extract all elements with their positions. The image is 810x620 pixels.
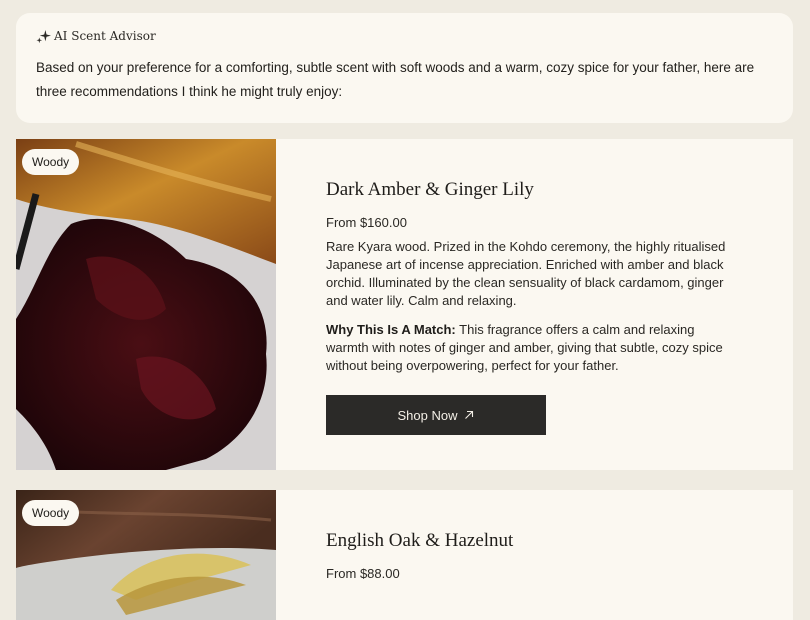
match-explanation: Why This Is A Match: This fragrance offe…	[326, 321, 726, 375]
category-tag: Woody	[22, 500, 80, 526]
product-image[interactable]: Woody	[16, 490, 276, 620]
advisor-header: AI Scent Advisor	[36, 28, 773, 44]
product-price: From $88.00	[326, 566, 400, 581]
product-name[interactable]: English Oak & Hazelnut	[326, 530, 513, 552]
shop-now-button[interactable]: Shop Now	[326, 395, 546, 435]
product-price: From $160.00	[326, 215, 407, 230]
arrow-up-right-icon	[465, 410, 474, 419]
product-name[interactable]: Dark Amber & Ginger Lily	[326, 179, 534, 201]
product-description: Rare Kyara wood. Prized in the Kohdo cer…	[326, 239, 726, 308]
product-card: Woody Dark Amber & Ginger Lily From $160…	[16, 139, 793, 470]
match-label: Why This Is A Match:	[326, 322, 456, 337]
product-image[interactable]: Woody	[16, 139, 276, 470]
sparkle-icon	[36, 29, 51, 43]
category-tag: Woody	[22, 149, 80, 175]
shop-now-label: Shop Now	[397, 407, 458, 423]
product-card: Woody English Oak & Hazelnut From $88.00	[16, 490, 793, 620]
ai-advisor-panel: AI Scent Advisor Based on your preferenc…	[16, 13, 793, 123]
advisor-message: Based on your preference for a comfortin…	[36, 60, 755, 99]
advisor-title: AI Scent Advisor	[54, 29, 156, 43]
